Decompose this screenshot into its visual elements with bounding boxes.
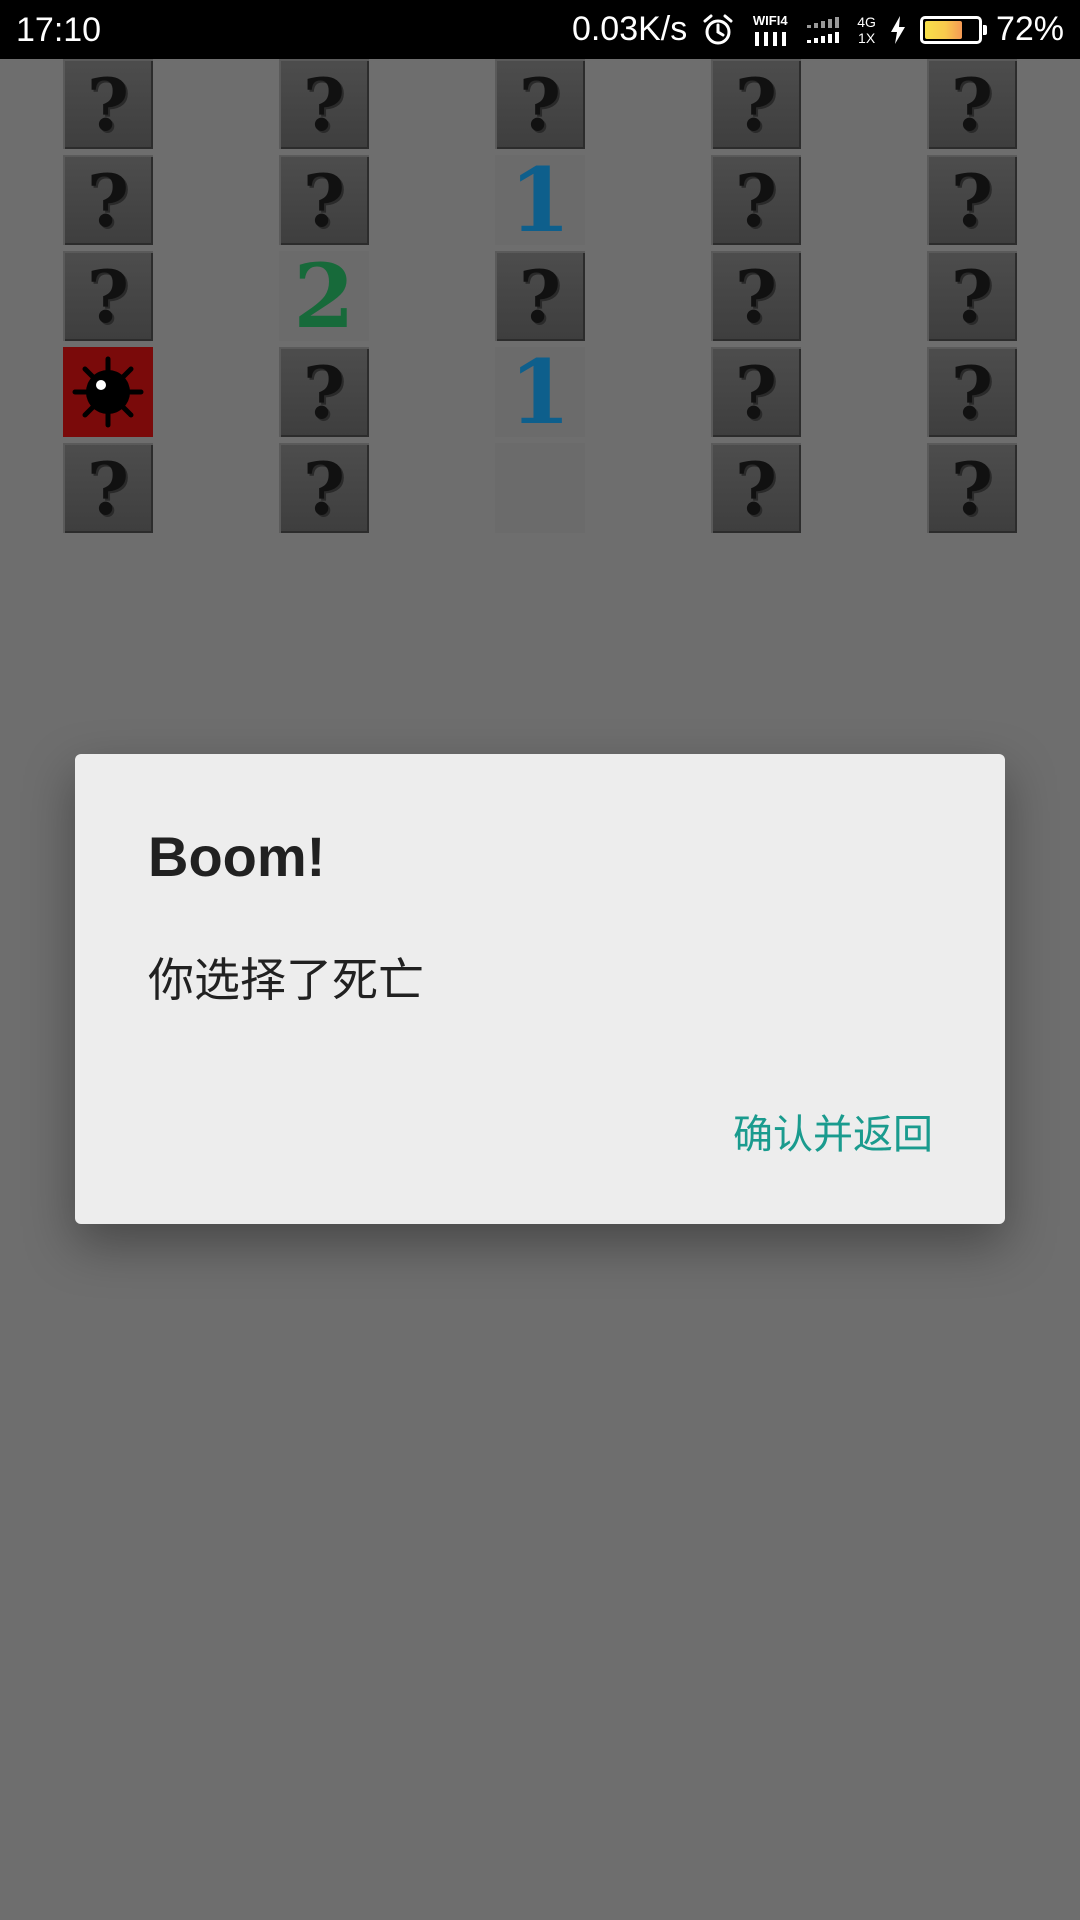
covered-cell[interactable]: ? bbox=[711, 251, 801, 341]
network-type-top: 4G bbox=[857, 13, 876, 30]
covered-cell[interactable]: ? bbox=[711, 347, 801, 437]
covered-cell[interactable]: ? bbox=[63, 59, 153, 149]
question-mark-icon: ? bbox=[518, 253, 562, 339]
covered-cell[interactable]: ? bbox=[63, 251, 153, 341]
covered-cell[interactable]: ? bbox=[279, 443, 369, 533]
question-mark-icon: ? bbox=[950, 349, 994, 435]
wifi-icon: WIFI4 bbox=[749, 12, 791, 46]
question-mark-icon: ? bbox=[734, 349, 778, 435]
network-speed: 0.03K/s bbox=[571, 10, 688, 48]
number-cell[interactable]: 1 bbox=[495, 148, 585, 252]
question-mark-icon: ? bbox=[734, 253, 778, 339]
question-mark-icon: ? bbox=[302, 445, 346, 531]
dialog-title: Boom! bbox=[148, 825, 326, 888]
covered-cell[interactable]: ? bbox=[279, 155, 369, 245]
empty-cell[interactable] bbox=[495, 443, 585, 533]
minesweeper-board: ??????? 1??? 2???? 1?????? bbox=[0, 59, 1080, 539]
question-mark-icon: ? bbox=[302, 157, 346, 243]
covered-cell[interactable]: ? bbox=[495, 59, 585, 149]
question-mark-icon: ? bbox=[734, 61, 778, 147]
status-bar: 17:10 0.03K/s WIFI4 4G 1X 72% bbox=[0, 0, 1080, 59]
question-mark-icon: ? bbox=[302, 349, 346, 435]
question-mark-icon: ? bbox=[86, 253, 130, 339]
network-type: 4G 1X bbox=[857, 14, 876, 46]
battery-percent: 72% bbox=[995, 10, 1064, 48]
covered-cell[interactable]: ? bbox=[711, 59, 801, 149]
status-icons: 0.03K/s WIFI4 4G 1X 72% bbox=[572, 0, 1064, 59]
covered-cell[interactable]: ? bbox=[927, 59, 1017, 149]
covered-cell[interactable]: ? bbox=[711, 155, 801, 245]
status-time: 17:10 bbox=[16, 11, 102, 49]
question-mark-icon: ? bbox=[518, 61, 562, 147]
question-mark-icon: ? bbox=[734, 157, 778, 243]
game-over-dialog: Boom! 你选择了死亡 确认并返回 bbox=[75, 754, 1005, 1224]
number-cell[interactable]: 1 bbox=[495, 340, 585, 444]
mine-cell[interactable] bbox=[63, 347, 153, 437]
cell-number: 1 bbox=[509, 148, 571, 252]
question-mark-icon: ? bbox=[86, 445, 130, 531]
question-mark-icon: ? bbox=[302, 61, 346, 147]
cell-number: 1 bbox=[509, 340, 571, 444]
question-mark-icon: ? bbox=[950, 157, 994, 243]
network-type-bottom: 1X bbox=[858, 29, 876, 46]
question-mark-icon: ? bbox=[86, 61, 130, 147]
question-mark-icon: ? bbox=[950, 445, 994, 531]
wifi-label: WIFI4 bbox=[752, 12, 788, 28]
covered-cell[interactable]: ? bbox=[279, 347, 369, 437]
confirm-return-button[interactable]: 确认并返回 bbox=[733, 1102, 933, 1160]
dialog-message: 你选择了死亡 bbox=[148, 953, 424, 1007]
number-cell[interactable]: 2 bbox=[279, 244, 369, 348]
signal-icon bbox=[807, 16, 840, 43]
covered-cell[interactable]: ? bbox=[63, 155, 153, 245]
question-mark-icon: ? bbox=[734, 445, 778, 531]
covered-cell[interactable]: ? bbox=[927, 443, 1017, 533]
covered-cell[interactable]: ? bbox=[711, 443, 801, 533]
question-mark-icon: ? bbox=[86, 157, 130, 243]
question-mark-icon: ? bbox=[950, 253, 994, 339]
alarm-icon bbox=[703, 14, 733, 44]
covered-cell[interactable]: ? bbox=[495, 251, 585, 341]
covered-cell[interactable]: ? bbox=[927, 251, 1017, 341]
battery-fill bbox=[924, 20, 962, 39]
covered-cell[interactable]: ? bbox=[927, 347, 1017, 437]
charging-bolt-icon bbox=[890, 15, 905, 44]
mine-icon bbox=[72, 356, 144, 428]
question-mark-icon: ? bbox=[950, 61, 994, 147]
cell-number: 2 bbox=[293, 244, 355, 348]
covered-cell[interactable]: ? bbox=[63, 443, 153, 533]
covered-cell[interactable]: ? bbox=[927, 155, 1017, 245]
covered-cell[interactable]: ? bbox=[279, 59, 369, 149]
battery-icon bbox=[919, 15, 987, 44]
